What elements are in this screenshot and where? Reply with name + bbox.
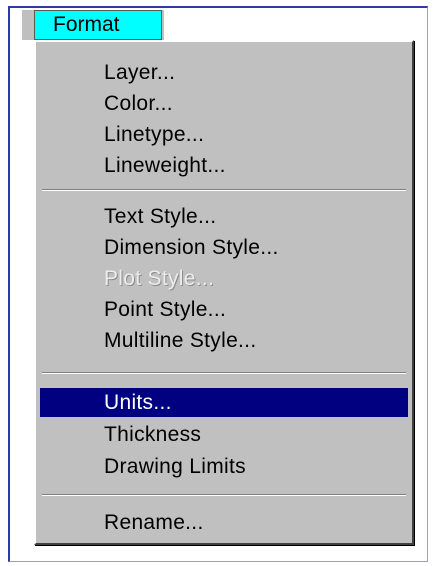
menu-item-color[interactable]: Color... — [40, 89, 408, 118]
menu-item-plot-style: Plot Style... — [104, 267, 215, 290]
menu-separator — [42, 372, 406, 374]
format-menu-title[interactable]: Format — [34, 10, 162, 40]
menu-item-lineweight[interactable]: Lineweight... — [40, 151, 408, 180]
menu-separator — [42, 494, 406, 496]
menu-item-linetype[interactable]: Linetype... — [40, 120, 408, 149]
menu-item-rename[interactable]: Rename... — [40, 508, 408, 537]
menu-item-thickness[interactable]: Thickness — [40, 420, 408, 449]
menu-separator — [42, 189, 406, 191]
format-dropdown-menu: Layer... Color... Linetype... Lineweight… — [34, 40, 414, 545]
menu-item-units[interactable]: Units... — [40, 388, 408, 417]
menu-item-dimension-style[interactable]: Dimension Style... — [40, 233, 408, 262]
menu-item-text-style[interactable]: Text Style... — [40, 202, 408, 231]
menu-item-layer[interactable]: Layer... — [40, 58, 408, 87]
menu-item-point-style[interactable]: Point Style... — [40, 295, 408, 324]
menu-item-multiline-style[interactable]: Multiline Style... — [40, 326, 408, 355]
menu-item-drawing-limits[interactable]: Drawing Limits — [40, 452, 408, 481]
